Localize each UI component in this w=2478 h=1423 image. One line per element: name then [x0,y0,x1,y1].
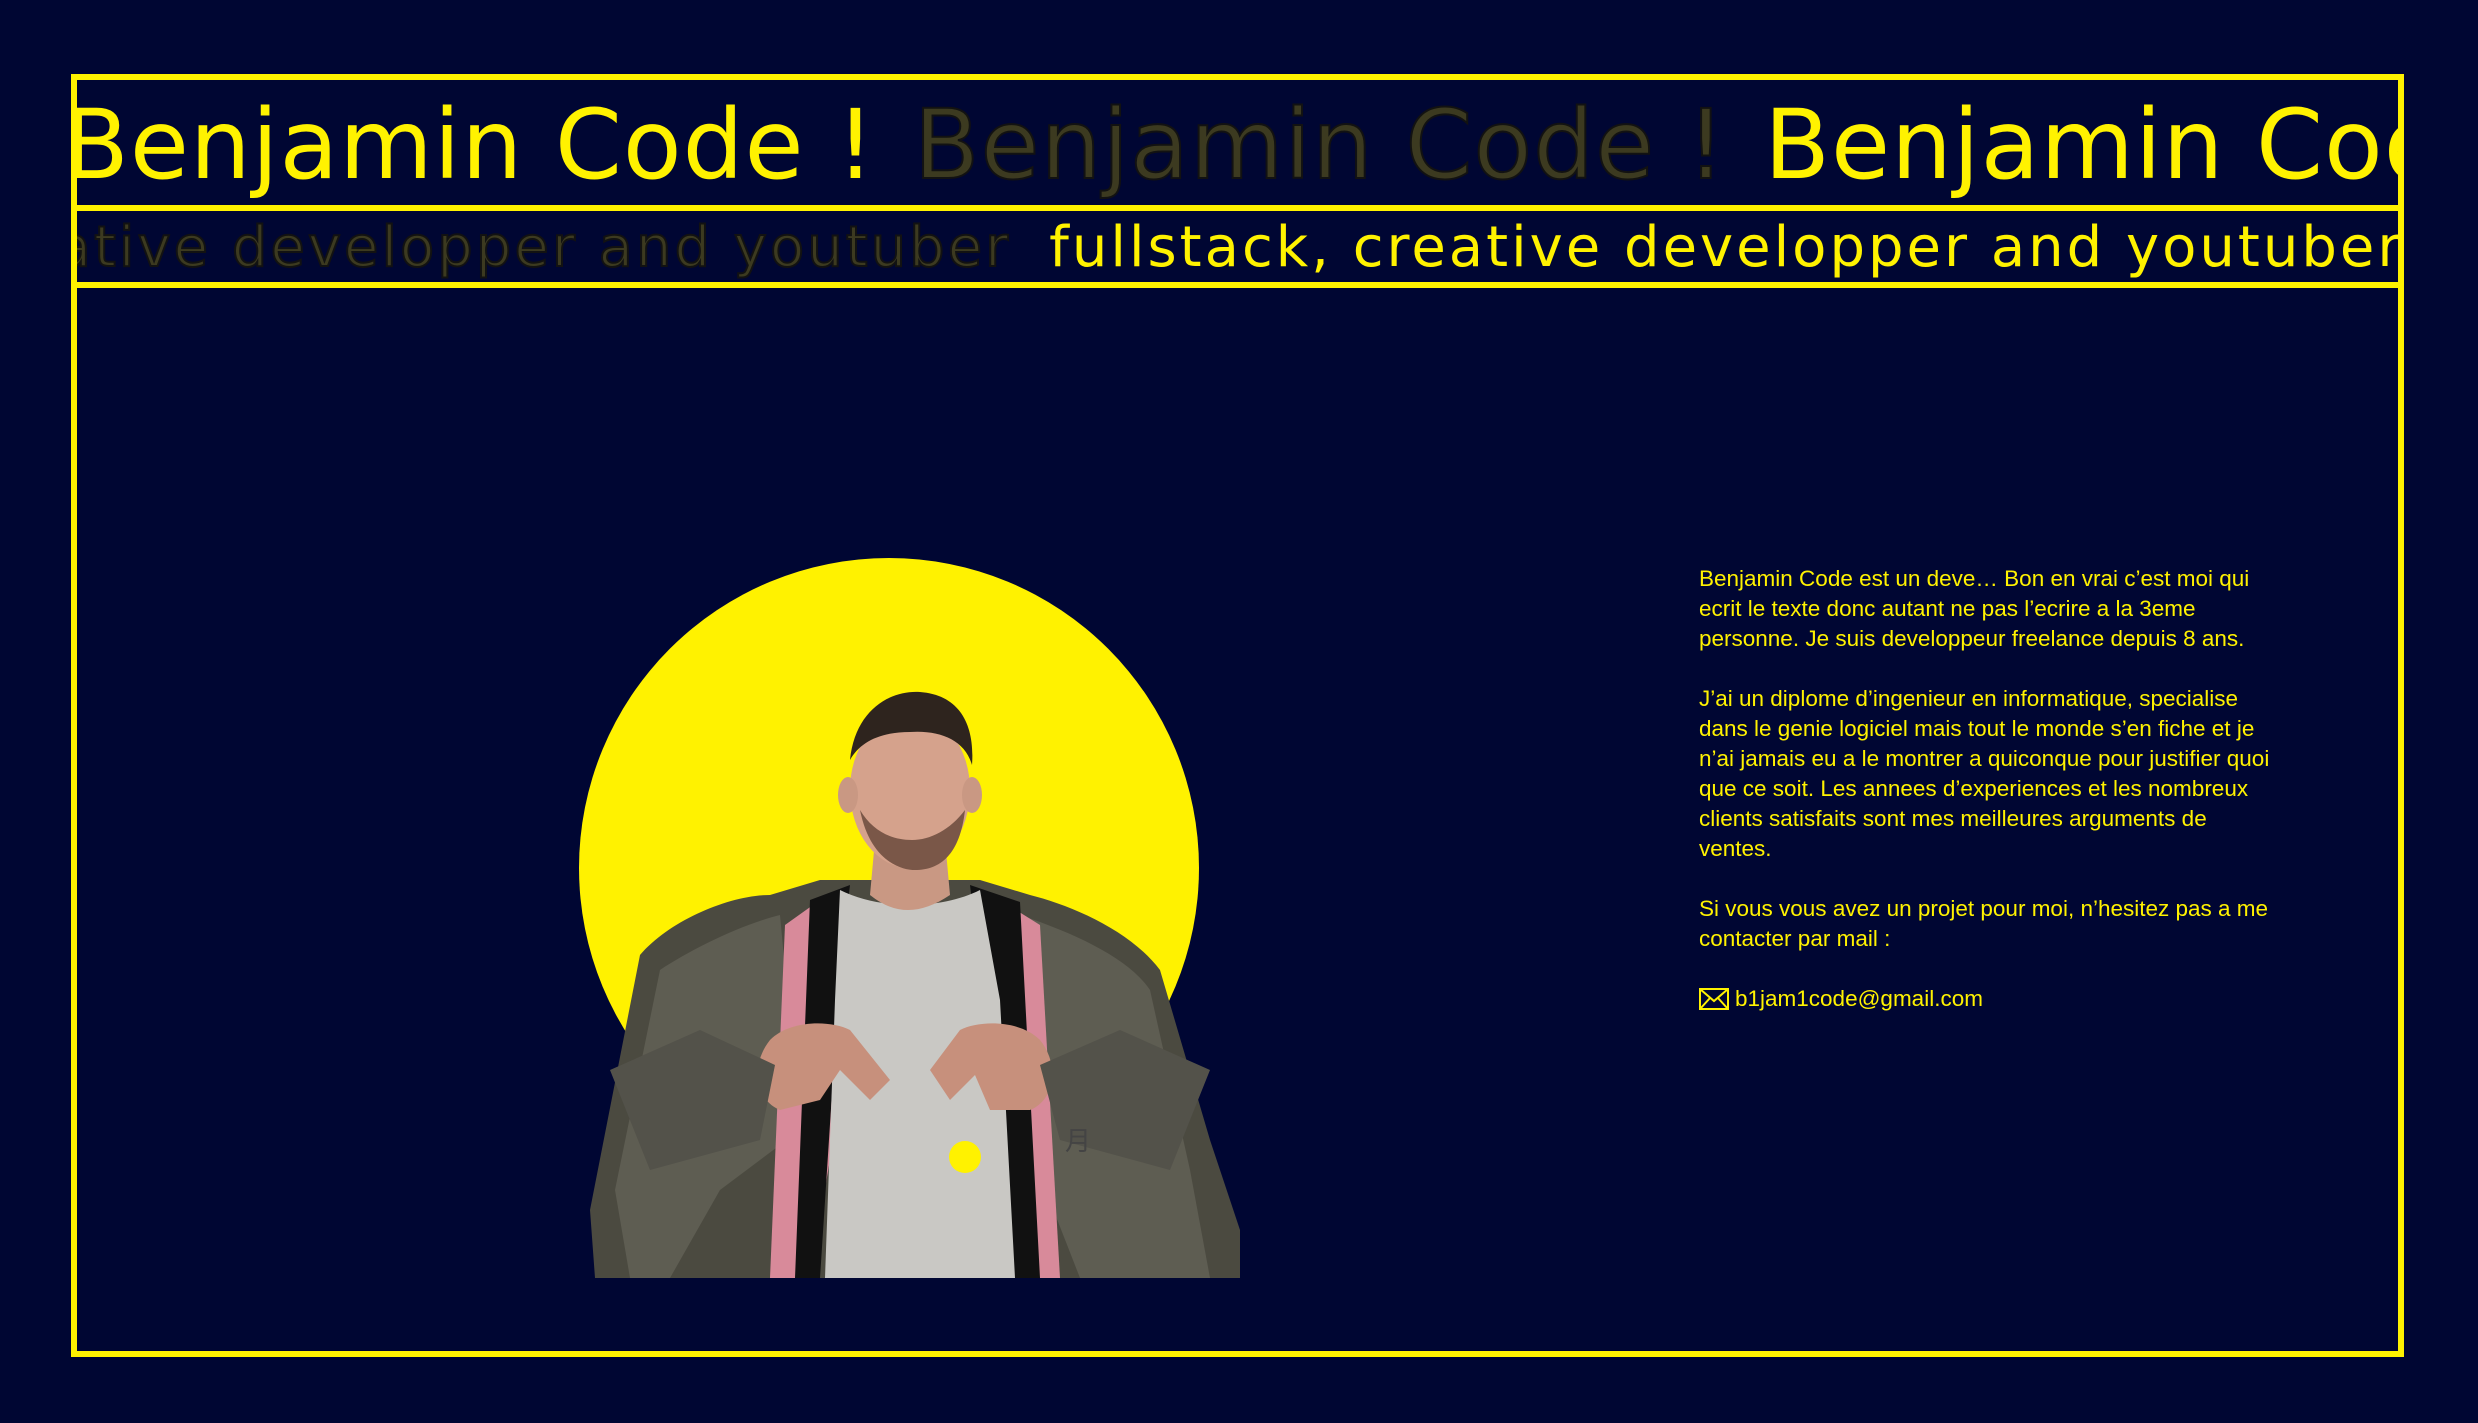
subtitle-marquee-item: fullstack, creative developper and youtu… [1049,215,2398,280]
title-marquee-item: Benjamin Code ! [913,88,1727,202]
cursor-dot [949,1141,981,1173]
title-marquee-item: Benjamin Code ! [77,89,876,201]
bio-paragraph: Benjamin Code est un deve… Bon en vrai c… [1699,566,2250,651]
email-address[interactable]: b1jam1code@gmail.com [1735,984,1983,1014]
email-link[interactable]: b1jam1code@gmail.com [1699,984,2279,1014]
title-marquee: Benjamin Code ! Benjamin Code ! Benjamin… [77,80,2398,211]
title-marquee-item: Benjamin Code ! [1764,89,2398,201]
mail-icon [1699,988,1729,1010]
portrait-photo: 月 [520,670,1270,1278]
bio-section: Benjamin Code est un deve… Bon en vrai c… [1699,564,2279,1014]
bio-paragraph: J’ai un diplome d’ingenieur en informati… [1699,686,2270,861]
subtitle-marquee: fullstack, creative developper and youtu… [77,205,2398,288]
svg-text:月: 月 [1065,1127,1091,1157]
bio-paragraph: Si vous vous avez un projet pour moi, n’… [1699,896,2269,951]
subtitle-marquee-item: fullstack, creative developper and youtu… [77,214,1012,281]
